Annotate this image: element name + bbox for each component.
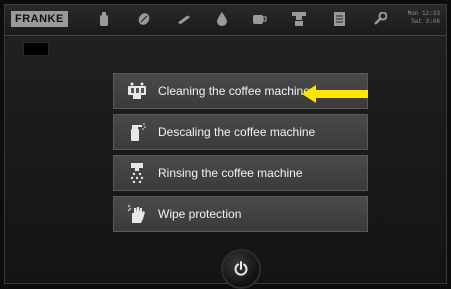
wipe-hand-icon: [126, 203, 148, 225]
tool-icon[interactable]: [177, 12, 191, 26]
drop-icon[interactable]: [215, 12, 229, 26]
highlight-arrow-icon: [302, 85, 368, 103]
menu-item-label: Rinsing the coffee machine: [158, 166, 303, 180]
spray-bottle-icon: [126, 121, 148, 143]
bottle-icon[interactable]: [97, 12, 111, 26]
clock-line-2: Sat 3:06: [411, 18, 440, 25]
menu-item-label: Cleaning the coffee machine: [158, 84, 310, 98]
menu-item-rinsing[interactable]: Rinsing the coffee machine: [113, 155, 368, 191]
bean-icon[interactable]: [137, 12, 151, 26]
app-frame: FRANKE Mon 12:33 Sat 3:06 Cleaning the c…: [4, 4, 447, 289]
menu-item-wipe-protection[interactable]: Wipe protection: [113, 196, 368, 232]
document-icon[interactable]: [332, 12, 346, 26]
power-button[interactable]: [221, 249, 261, 289]
cup-icon[interactable]: [253, 12, 267, 26]
top-navigation-bar: FRANKE Mon 12:33 Sat 3:06: [5, 5, 446, 36]
rinse-icon: [126, 162, 148, 184]
clock-display: Mon 12:33 Sat 3:06: [408, 10, 440, 26]
power-icon: [234, 261, 248, 276]
brand-logo: FRANKE: [11, 11, 68, 27]
cleaning-icon: [126, 80, 148, 102]
status-indicator: [23, 42, 49, 56]
coffee-machine-icon[interactable]: [292, 12, 306, 26]
menu-item-descaling[interactable]: Descaling the coffee machine: [113, 114, 368, 150]
menu-item-label: Wipe protection: [158, 207, 242, 221]
menu-item-label: Descaling the coffee machine: [158, 125, 316, 139]
clock-line-1: Mon 12:33: [407, 10, 440, 17]
wrench-icon[interactable]: [373, 12, 387, 26]
